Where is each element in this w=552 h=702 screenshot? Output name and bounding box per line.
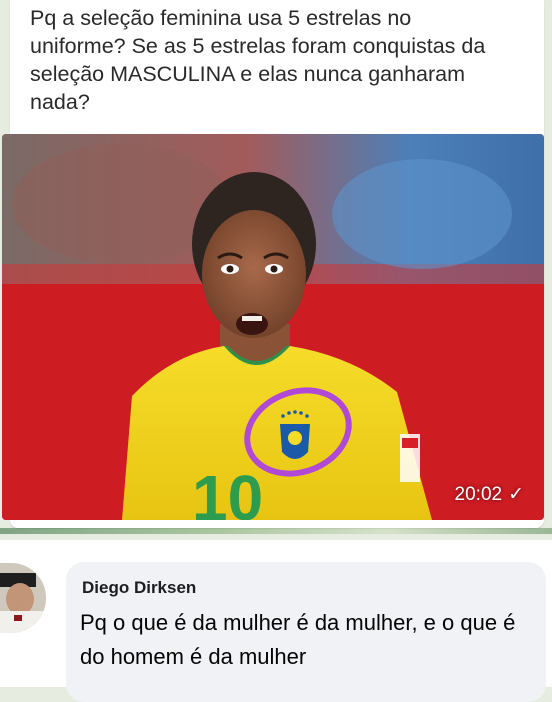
comment-author[interactable]: Diego Dirksen xyxy=(82,578,196,598)
jersey-number: 10 xyxy=(192,462,263,520)
check-icon: ✓ xyxy=(508,484,524,505)
divider xyxy=(0,528,552,534)
player-photo: 10 xyxy=(2,134,544,520)
message-photo[interactable]: 10 20:02 ✓ xyxy=(2,134,544,520)
message-timestamp: 20:02 ✓ xyxy=(455,483,524,506)
timestamp-text: 20:02 xyxy=(454,483,503,505)
comment-text: Pq o que é da mulher é da mulher, e o qu… xyxy=(80,610,516,669)
message-text: Pq a seleção feminina usa 5 estrelas no … xyxy=(30,6,486,114)
